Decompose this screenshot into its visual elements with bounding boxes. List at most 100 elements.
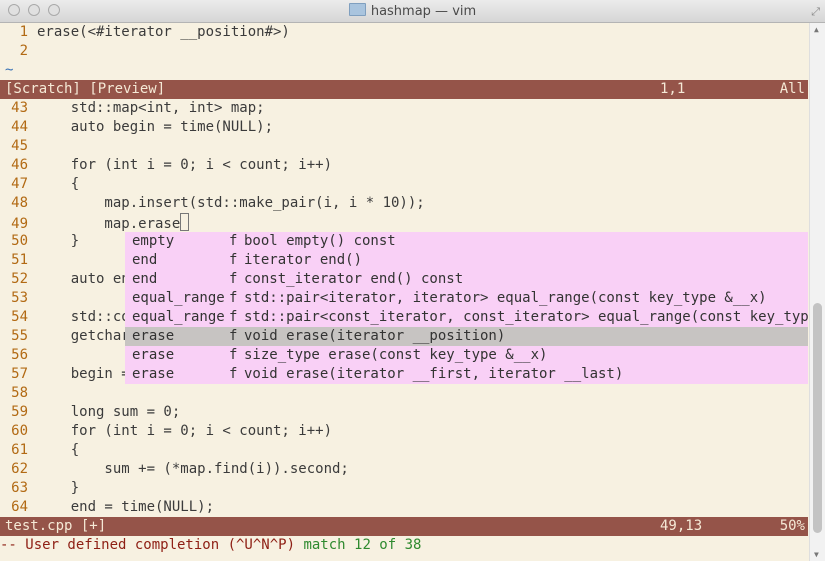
line-text[interactable] — [28, 347, 37, 363]
code-line[interactable]: 63 } — [0, 479, 79, 498]
line-number: 1 — [19, 24, 28, 40]
completion-item[interactable]: erase f void erase(iterator __position) — [125, 327, 808, 346]
empty-line-tilde: ~ — [5, 62, 14, 78]
completion-popup[interactable]: empty f bool empty() const end f iterator end… — [125, 232, 817, 384]
completion-kind: f — [229, 328, 238, 344]
completion-item[interactable]: erase f size_type erase(const key_type &__… — [125, 346, 808, 365]
line-number: 55 — [11, 328, 28, 344]
line-text[interactable]: auto begin = time(NULL); — [28, 119, 273, 135]
match-count: match 12 of 38 — [303, 537, 422, 553]
status-percent: 50% — [779, 518, 805, 534]
code-line[interactable]: 52 auto en — [0, 270, 130, 289]
line-text[interactable]: { — [28, 442, 79, 458]
fullscreen-icon[interactable]: ⤢ — [811, 5, 820, 19]
line-number: 44 — [11, 119, 28, 135]
completion-signature: void erase(iterator __position) — [244, 328, 506, 344]
line-text[interactable]: getchar — [28, 328, 130, 344]
code-line[interactable]: 56 — [0, 346, 37, 365]
completion-item[interactable]: equal_range f std::pair<iterator, iterator… — [125, 289, 808, 308]
vim-window: hashmap — vim ⤢ 1 erase(<#iterator __posi… — [0, 0, 825, 561]
editor-area[interactable]: 1 erase(<#iterator __position#>) 2 ~ [Scratc… — [0, 23, 817, 561]
line-text[interactable]: for (int i = 0; i < count; i++) — [28, 423, 332, 439]
scrollbar[interactable]: ▲ ▼ — [809, 23, 825, 561]
line-text[interactable]: end = time(NULL); — [28, 499, 214, 515]
completion-kind: f — [229, 271, 238, 287]
code-line[interactable]: 48 map.insert(std::make_pair(i, i * 10))… — [0, 194, 425, 213]
completion-kind: f — [229, 290, 238, 306]
code-line[interactable]: 49 map.erase — [0, 213, 190, 232]
command-line: -- User defined completion (^U^N^P) matc… — [0, 536, 808, 555]
status-percent: All — [779, 81, 805, 97]
completion-word: equal_range — [132, 290, 225, 306]
code-line[interactable]: 64 end = time(NULL); — [0, 498, 214, 517]
completion-item[interactable]: empty f bool empty() const — [125, 232, 808, 251]
code-line[interactable]: 54 std::co — [0, 308, 130, 327]
scroll-down-icon[interactable]: ▼ — [814, 550, 819, 559]
line-number: 45 — [11, 138, 28, 154]
code-line[interactable]: 50 } — [0, 232, 79, 251]
line-number: 50 — [11, 233, 28, 249]
line-text[interactable] — [28, 43, 37, 59]
status-position: 49,13 — [660, 518, 703, 534]
line-text[interactable]: sum += (*map.find(i)).second; — [28, 461, 348, 477]
code-line[interactable]: 45 — [0, 137, 37, 156]
completion-word: erase — [132, 328, 175, 344]
code-line[interactable]: 1 erase(<#iterator __position#>) — [0, 23, 290, 42]
line-text[interactable]: auto en — [28, 271, 130, 287]
completion-item[interactable]: equal_range f std::pair<const_iterator, co… — [125, 308, 817, 327]
line-text[interactable]: begin = — [28, 366, 130, 382]
line-text[interactable]: map.erase — [28, 216, 180, 232]
code-line[interactable]: 57 begin = — [0, 365, 130, 384]
line-text[interactable]: } — [28, 480, 79, 496]
line-text[interactable]: std::co — [28, 309, 130, 325]
code-line[interactable]: 44 auto begin = time(NULL); — [0, 118, 273, 137]
completion-signature: iterator end() — [244, 252, 363, 268]
code-line[interactable]: 51 — [0, 251, 37, 270]
completion-kind: f — [229, 309, 238, 325]
line-text[interactable]: std::map<int, int> map; — [28, 100, 265, 116]
window-title: hashmap — vim — [370, 4, 477, 19]
code-line[interactable]: 61 { — [0, 441, 79, 460]
completion-item[interactable]: end f iterator end() — [125, 251, 808, 270]
completion-word: erase — [132, 347, 175, 363]
line-number: 59 — [11, 404, 28, 420]
completion-item[interactable]: end f const_iterator end() const — [125, 270, 808, 289]
line-number: 2 — [19, 43, 28, 59]
line-text[interactable] — [28, 252, 37, 268]
line-text[interactable]: } — [28, 233, 79, 249]
window-title-area: hashmap — vim — [0, 3, 825, 19]
line-number: 53 — [11, 290, 28, 306]
completion-word: end — [132, 252, 158, 268]
line-text[interactable]: erase(<#iterator __position#>) — [28, 24, 290, 40]
code-line[interactable]: 60 for (int i = 0; i < count; i++) — [0, 422, 332, 441]
line-text[interactable] — [28, 385, 37, 401]
line-number: 64 — [11, 499, 28, 515]
folder-icon — [348, 3, 366, 16]
code-line[interactable]: 59 long sum = 0; — [0, 403, 180, 422]
code-line[interactable]: 2 — [0, 42, 37, 61]
line-number: 61 — [11, 442, 28, 458]
scroll-up-icon[interactable]: ▲ — [814, 25, 819, 34]
line-number: 63 — [11, 480, 28, 496]
completion-word: end — [132, 271, 158, 287]
code-line[interactable]: 43 std::map<int, int> map; — [0, 99, 265, 118]
code-line[interactable]: 55 getchar — [0, 327, 130, 346]
line-text[interactable] — [28, 290, 37, 306]
line-text[interactable]: map.insert(std::make_pair(i, i * 10)); — [28, 195, 424, 211]
scrollbar-thumb[interactable] — [813, 303, 822, 533]
completion-item[interactable]: erase f void erase(iterator __first, itera… — [125, 365, 808, 384]
line-number: 46 — [11, 157, 28, 173]
code-line[interactable]: 62 sum += (*map.find(i)).second; — [0, 460, 349, 479]
completion-signature: const_iterator end() const — [244, 271, 464, 287]
code-line[interactable]: 53 — [0, 289, 37, 308]
code-line[interactable]: 58 — [0, 384, 37, 403]
status-filename: [Scratch] [Preview] — [5, 81, 166, 97]
line-text[interactable]: long sum = 0; — [28, 404, 181, 420]
line-text[interactable] — [28, 138, 37, 154]
code-line[interactable]: 46 for (int i = 0; i < count; i++) — [0, 156, 332, 175]
line-text[interactable]: for (int i = 0; i < count; i++) — [28, 157, 332, 173]
completion-signature: size_type erase(const key_type &__x) — [244, 347, 548, 363]
code-line[interactable]: 47 { — [0, 175, 79, 194]
completion-signature: std::pair<iterator, iterator> equal_rang… — [244, 290, 767, 306]
line-text[interactable]: { — [28, 176, 79, 192]
